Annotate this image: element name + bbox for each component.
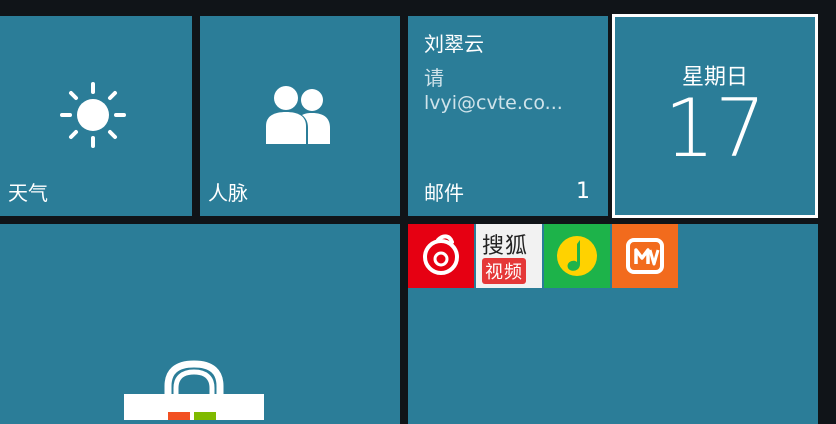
qq-music-icon (557, 236, 597, 276)
mail-sender: 刘翠云 (424, 32, 484, 56)
sun-icon (60, 82, 126, 148)
mango-tv-icon (626, 238, 664, 274)
mail-tile[interactable]: 刘翠云 请 lvyi@cvte.co... 邮件 1 (408, 16, 608, 216)
weather-tile[interactable]: 天气 (0, 16, 192, 216)
qq-music-app[interactable] (544, 224, 610, 288)
netease-music-icon (423, 234, 459, 275)
mango-tv-app[interactable] (612, 224, 678, 288)
people-icon (266, 86, 330, 144)
mail-label: 邮件 (424, 181, 464, 205)
sohu-title: 搜狐 (482, 234, 529, 259)
netease-music-app[interactable] (408, 224, 474, 288)
people-tile[interactable]: 人脉 (200, 16, 400, 216)
shopping-bag-icon (124, 360, 264, 420)
people-label: 人脉 (208, 181, 248, 205)
mail-subject: 请 (424, 66, 444, 90)
mail-address: lvyi@cvte.co... (424, 92, 563, 114)
calendar-day: 17 (664, 82, 766, 175)
mail-unread-count: 1 (576, 179, 590, 204)
sohu-video-app[interactable]: 搜狐 视频 (476, 224, 542, 288)
weather-label: 天气 (8, 181, 48, 205)
calendar-tile[interactable]: 星期日 17 (612, 14, 818, 218)
sohu-subtitle: 视频 (482, 258, 526, 284)
